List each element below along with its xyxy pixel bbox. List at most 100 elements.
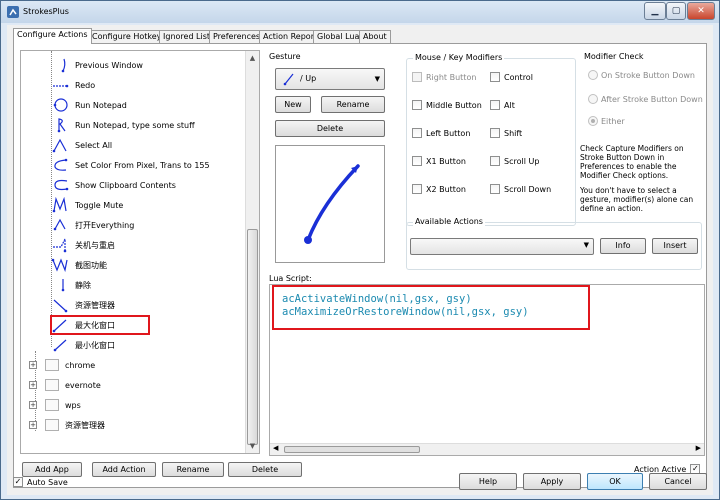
right-button-checkbox[interactable]: Right Button bbox=[412, 72, 476, 82]
radio-dot[interactable] bbox=[588, 94, 598, 104]
scroll-up-icon[interactable]: ▲ bbox=[246, 51, 259, 65]
checkbox-box[interactable] bbox=[412, 72, 422, 82]
after-stroke-button-down-radio[interactable]: After Stroke Button Down bbox=[588, 94, 703, 104]
expand-icon[interactable]: + bbox=[29, 381, 37, 389]
tree-item-action[interactable]: Redo bbox=[51, 77, 95, 93]
modifier-check-section-label: Modifier Check bbox=[584, 52, 644, 61]
close-button[interactable]: ✕ bbox=[687, 2, 715, 20]
delete-gesture-button[interactable]: Delete bbox=[275, 120, 385, 137]
tree-item-action[interactable]: Select All bbox=[51, 137, 112, 153]
scroll-down-icon[interactable]: ▼ bbox=[246, 439, 259, 453]
scroll-right-icon[interactable]: ▶ bbox=[696, 444, 701, 452]
minimize-button[interactable]: ▁ bbox=[644, 2, 666, 20]
checkbox-box[interactable] bbox=[490, 156, 500, 166]
rename-gesture-button[interactable]: Rename bbox=[321, 96, 385, 113]
checkbox-box[interactable] bbox=[412, 100, 422, 110]
scroll-left-icon[interactable]: ◀ bbox=[273, 444, 278, 452]
expand-icon[interactable]: + bbox=[29, 361, 37, 369]
ok-button[interactable]: OK bbox=[587, 473, 643, 490]
info-button[interactable]: Info bbox=[600, 238, 646, 254]
title-bar[interactable]: StrokesPlus ▁ ▢ ✕ bbox=[1, 1, 719, 23]
gesture-icon bbox=[54, 179, 69, 191]
actions-tree[interactable]: Previous Window Redo Run Notepad Run Not… bbox=[20, 50, 260, 454]
tree-item-action[interactable]: 最小化窗口 bbox=[51, 337, 115, 353]
tree-item-label: 打开Everything bbox=[75, 220, 135, 230]
rename-action-button[interactable]: Rename bbox=[162, 462, 224, 477]
help-button[interactable]: Help bbox=[459, 473, 517, 490]
scroll-up-checkbox[interactable]: Scroll Up bbox=[490, 156, 539, 166]
tab-preferences[interactable]: Preferences bbox=[209, 30, 265, 43]
alt-checkbox[interactable]: Alt bbox=[490, 100, 515, 110]
h-scroll-thumb[interactable] bbox=[284, 446, 420, 453]
tree-item-action[interactable]: Previous Window bbox=[51, 57, 143, 73]
tab-action-report[interactable]: Action Report bbox=[259, 30, 322, 43]
tree-item-label: Show Clipboard Contents bbox=[75, 180, 176, 190]
checkbox-box[interactable] bbox=[490, 100, 500, 110]
tree-item-action[interactable]: Toggle Mute bbox=[51, 197, 123, 213]
radio-dot[interactable] bbox=[588, 116, 598, 126]
add-app-button[interactable]: Add App bbox=[22, 462, 82, 477]
gesture-select[interactable]: / Up ▼ bbox=[275, 68, 385, 90]
expand-icon[interactable]: + bbox=[29, 401, 37, 409]
either-radio[interactable]: Either bbox=[588, 116, 625, 126]
scroll-down-checkbox[interactable]: Scroll Down bbox=[490, 184, 551, 194]
tree-item-action[interactable]: 打开Everything bbox=[51, 217, 134, 233]
tree-item-action[interactable]: Set Color From Pixel, Trans to 155 bbox=[51, 157, 210, 173]
tree-item-app[interactable]: + wps bbox=[29, 397, 81, 413]
expand-icon[interactable]: + bbox=[29, 421, 37, 429]
tab-configure-hotkeys[interactable]: Configure Hotkeys bbox=[88, 30, 170, 43]
radio-dot[interactable] bbox=[588, 70, 598, 80]
apply-button[interactable]: Apply bbox=[523, 473, 581, 490]
tab-configure-actions[interactable]: Configure Actions bbox=[13, 28, 92, 44]
tree-item-action[interactable]: 关机与重启 bbox=[51, 237, 115, 253]
checkbox-box[interactable] bbox=[490, 72, 500, 82]
gesture-icon bbox=[53, 238, 67, 253]
available-actions-select[interactable]: ▼ bbox=[410, 238, 594, 255]
tree-item-app[interactable]: + 资源管理器 bbox=[29, 417, 105, 433]
lua-script-editor[interactable]: acActivateWindow(nil,gsx, gsy) acMaximiz… bbox=[269, 284, 705, 456]
tree-item-label: evernote bbox=[65, 380, 101, 390]
chevron-down-icon: ▼ bbox=[583, 241, 589, 249]
lua-horizontal-scrollbar[interactable]: ◀ ▶ bbox=[270, 443, 704, 455]
maximize-button[interactable]: ▢ bbox=[666, 2, 686, 20]
checkbox-box[interactable] bbox=[412, 128, 422, 138]
checkbox-box[interactable] bbox=[412, 156, 422, 166]
new-gesture-button[interactable]: New bbox=[275, 96, 311, 113]
cancel-button[interactable]: Cancel bbox=[649, 473, 707, 490]
left-button-checkbox[interactable]: Left Button bbox=[412, 128, 470, 138]
checkbox-box[interactable] bbox=[490, 128, 500, 138]
control-checkbox[interactable]: Control bbox=[490, 72, 533, 82]
middle-button-checkbox[interactable]: Middle Button bbox=[412, 100, 482, 110]
tree-item-action[interactable]: 资源管理器 bbox=[51, 297, 115, 313]
modifier-only-description: You don't have to select a gesture, modi… bbox=[580, 186, 694, 213]
tree-item-action[interactable]: Run Notepad, type some stuff bbox=[51, 117, 195, 133]
delete-action-button[interactable]: Delete bbox=[228, 462, 302, 477]
x1-button-checkbox[interactable]: X1 Button bbox=[412, 156, 466, 166]
tree-item-app[interactable]: + chrome bbox=[29, 357, 95, 373]
window-title: StrokesPlus bbox=[23, 7, 69, 16]
radio-label: Either bbox=[601, 116, 625, 126]
checkbox-label: X1 Button bbox=[426, 156, 466, 166]
tree-item-action[interactable]: 静除 bbox=[51, 277, 91, 293]
tab-about[interactable]: About bbox=[359, 30, 391, 43]
modifiers-section-label: Mouse / Key Modifiers bbox=[413, 53, 505, 62]
insert-button[interactable]: Insert bbox=[652, 238, 698, 254]
tree-item-label: Redo bbox=[75, 80, 96, 90]
tree-item-action[interactable]: Run Notepad bbox=[51, 97, 127, 113]
shift-checkbox[interactable]: Shift bbox=[490, 128, 522, 138]
checkbox-box[interactable] bbox=[412, 184, 422, 194]
add-action-button[interactable]: Add Action bbox=[92, 462, 156, 477]
auto-save-checkbox[interactable]: ✓ Auto Save bbox=[13, 477, 68, 487]
checkbox-box[interactable] bbox=[490, 184, 500, 194]
tree-item-action[interactable]: 截图功能 bbox=[51, 257, 107, 273]
tree-scrollbar[interactable]: ▲ ▼ bbox=[245, 51, 259, 453]
scroll-thumb[interactable] bbox=[247, 229, 258, 445]
tree-item-action[interactable]: Show Clipboard Contents bbox=[51, 177, 176, 193]
tree-item-app[interactable]: + evernote bbox=[29, 377, 101, 393]
on-stroke-button-down-radio[interactable]: On Stroke Button Down bbox=[588, 70, 695, 80]
checkbox-box[interactable]: ✓ bbox=[13, 477, 23, 487]
x2-button-checkbox[interactable]: X2 Button bbox=[412, 184, 466, 194]
tree-item-label: 关机与重启 bbox=[75, 240, 115, 250]
tab-ignored-list[interactable]: Ignored List bbox=[159, 30, 215, 43]
tab-global-lua[interactable]: Global Lua bbox=[313, 30, 364, 43]
